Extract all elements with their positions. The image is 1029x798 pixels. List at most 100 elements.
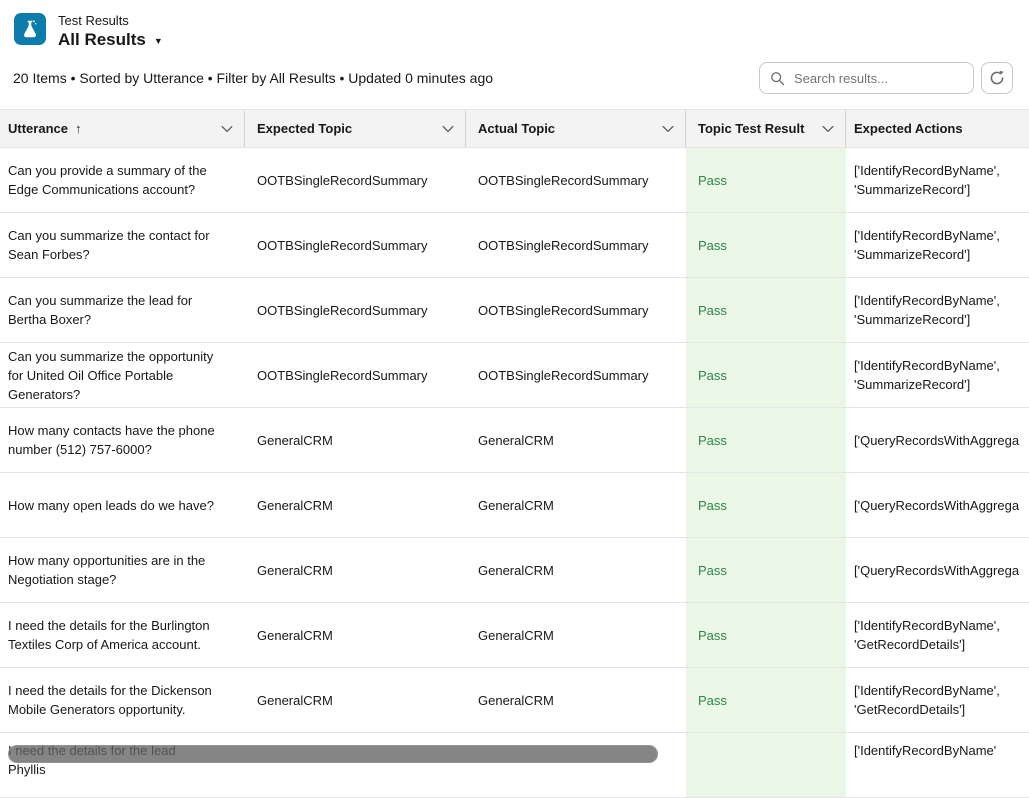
refresh-button[interactable] (981, 62, 1013, 94)
cell-expected-topic-text: GeneralCRM (257, 496, 333, 515)
column-header-label: Expected Topic (257, 121, 352, 136)
page-header: Test Results All Results ▼ (0, 0, 1029, 50)
cell-utterance-text: Can you summarize the opportunity for Un… (8, 347, 215, 404)
cell-expected-topic: GeneralCRM (245, 603, 466, 667)
cell-actual-topic (466, 733, 686, 797)
cell-actual-topic-text: GeneralCRM (478, 561, 554, 580)
cell-topic-test-result: Pass (686, 473, 846, 537)
cell-topic-test-result-text: Pass (698, 561, 727, 580)
cell-expected-actions-text: ['IdentifyRecordByName', 'GetRecordDetai… (854, 681, 1027, 719)
search-icon (770, 71, 785, 86)
cell-expected-actions-text: ['IdentifyRecordByName', 'SummarizeRecor… (854, 291, 1027, 329)
cell-actual-topic-text: OOTBSingleRecordSummary (478, 301, 649, 320)
cell-topic-test-result-text: Pass (698, 236, 727, 255)
cell-actual-topic-text: OOTBSingleRecordSummary (478, 366, 649, 385)
cell-actual-topic: OOTBSingleRecordSummary (466, 278, 686, 342)
list-view-name: All Results (58, 29, 146, 50)
list-view-selector[interactable]: All Results ▼ (58, 29, 163, 50)
cell-topic-test-result-text: Pass (698, 171, 727, 190)
cell-topic-test-result: Pass (686, 343, 846, 407)
cell-expected-actions-text: ['QueryRecordsWithAggrega (854, 561, 1019, 580)
cell-topic-test-result-text: Pass (698, 301, 727, 320)
cell-actual-topic-text: GeneralCRM (478, 496, 554, 515)
cell-utterance-text: I need the details for the Dickenson Mob… (8, 681, 215, 719)
cell-utterance-text: I need the details for the Burlington Te… (8, 616, 215, 654)
cell-expected-actions-text: ['IdentifyRecordByName', 'SummarizeRecor… (854, 226, 1027, 264)
cell-utterance: How many opportunities are in the Negoti… (0, 538, 245, 602)
column-header-topic-test-result[interactable]: Topic Test Result (686, 110, 846, 147)
cell-expected-actions-text: ['QueryRecordsWithAggrega (854, 496, 1019, 515)
cell-expected-topic: OOTBSingleRecordSummary (245, 343, 466, 407)
cell-expected-actions-text: ['QueryRecordsWithAggrega (854, 431, 1019, 450)
cell-expected-topic-text: GeneralCRM (257, 691, 333, 710)
list-view-dropdown-icon[interactable]: ▼ (154, 34, 163, 46)
cell-actual-topic-text: OOTBSingleRecordSummary (478, 171, 649, 190)
cell-utterance-text: Can you provide a summary of the Edge Co… (8, 161, 215, 199)
refresh-icon (989, 70, 1005, 86)
table-row: How many open leads do we have? GeneralCR… (0, 473, 1029, 538)
table-row: Can you summarize the opportunity for Un… (0, 343, 1029, 408)
cell-actual-topic-text: GeneralCRM (478, 626, 554, 645)
column-menu-chevron-down-icon[interactable] (661, 122, 675, 136)
cell-actual-topic-text: OOTBSingleRecordSummary (478, 236, 649, 255)
table-row: I need the details for the Dickenson Mob… (0, 668, 1029, 733)
cell-actual-topic: GeneralCRM (466, 603, 686, 667)
cell-topic-test-result (686, 733, 846, 797)
cell-utterance: How many contacts have the phone number … (0, 408, 245, 472)
horizontal-scrollbar-thumb[interactable] (8, 745, 658, 763)
column-menu-chevron-down-icon[interactable] (220, 122, 234, 136)
cell-utterance: How many open leads do we have? (0, 473, 245, 537)
cell-topic-test-result: Pass (686, 668, 846, 732)
cell-utterance: I need the details for the Dickenson Mob… (0, 668, 245, 732)
cell-expected-topic-text: OOTBSingleRecordSummary (257, 236, 428, 255)
table-row: Can you summarize the contact for Sean F… (0, 213, 1029, 278)
cell-expected-topic: OOTBSingleRecordSummary (245, 213, 466, 277)
table-row: I need the details for the Burlington Te… (0, 603, 1029, 668)
cell-actual-topic: OOTBSingleRecordSummary (466, 148, 686, 212)
cell-expected-actions: ['IdentifyRecordByName', 'SummarizeRecor… (846, 213, 1029, 277)
cell-topic-test-result: Pass (686, 603, 846, 667)
table-body: Can you provide a summary of the Edge Co… (0, 148, 1029, 798)
column-header-actual-topic[interactable]: Actual Topic (466, 110, 686, 147)
table-row: Can you provide a summary of the Edge Co… (0, 148, 1029, 213)
cell-actual-topic: GeneralCRM (466, 473, 686, 537)
column-header-label: Utterance (8, 121, 68, 136)
cell-topic-test-result: Pass (686, 538, 846, 602)
cell-actual-topic: OOTBSingleRecordSummary (466, 213, 686, 277)
search-input[interactable] (792, 70, 963, 87)
cell-expected-actions: ['QueryRecordsWithAggrega (846, 408, 1029, 472)
cell-actual-topic: GeneralCRM (466, 538, 686, 602)
cell-topic-test-result: Pass (686, 408, 846, 472)
cell-expected-topic (245, 733, 466, 797)
cell-expected-topic: GeneralCRM (245, 473, 466, 537)
column-menu-chevron-down-icon[interactable] (441, 122, 455, 136)
cell-actual-topic-text: GeneralCRM (478, 431, 554, 450)
column-menu-chevron-down-icon[interactable] (821, 122, 835, 136)
column-header-expected-actions[interactable]: Expected Actions (846, 110, 1029, 147)
table-row: I need the details for the lead Phyllis[… (0, 733, 1029, 798)
search-box[interactable] (759, 62, 974, 94)
cell-expected-actions: ['IdentifyRecordByName', 'GetRecordDetai… (846, 668, 1029, 732)
flask-icon (19, 18, 41, 40)
table-row: Can you summarize the lead for Bertha Bo… (0, 278, 1029, 343)
cell-utterance-text: Can you summarize the contact for Sean F… (8, 226, 215, 264)
column-header-expected-topic[interactable]: Expected Topic (245, 110, 466, 147)
cell-expected-actions: ['IdentifyRecordByName' (846, 733, 1029, 797)
cell-utterance-text: Can you summarize the lead for Bertha Bo… (8, 291, 215, 329)
cell-expected-topic-text: GeneralCRM (257, 561, 333, 580)
cell-actual-topic: OOTBSingleRecordSummary (466, 343, 686, 407)
cell-actual-topic: GeneralCRM (466, 408, 686, 472)
column-header-utterance[interactable]: Utterance↑ (0, 110, 245, 147)
cell-topic-test-result: Pass (686, 213, 846, 277)
cell-topic-test-result: Pass (686, 278, 846, 342)
cell-expected-topic: OOTBSingleRecordSummary (245, 278, 466, 342)
cell-expected-actions-text: ['IdentifyRecordByName', 'GetRecordDetai… (854, 616, 1027, 654)
cell-expected-topic: GeneralCRM (245, 538, 466, 602)
cell-utterance: Can you provide a summary of the Edge Co… (0, 148, 245, 212)
cell-topic-test-result-text: Pass (698, 691, 727, 710)
cell-expected-actions-text: ['IdentifyRecordByName', 'SummarizeRecor… (854, 161, 1027, 199)
cell-actual-topic: GeneralCRM (466, 668, 686, 732)
cell-utterance-text: How many opportunities are in the Negoti… (8, 551, 215, 589)
cell-expected-actions-text: ['IdentifyRecordByName' (854, 741, 996, 760)
results-table: Utterance↑ Expected Topic Actual TopicTopi… (0, 109, 1029, 798)
